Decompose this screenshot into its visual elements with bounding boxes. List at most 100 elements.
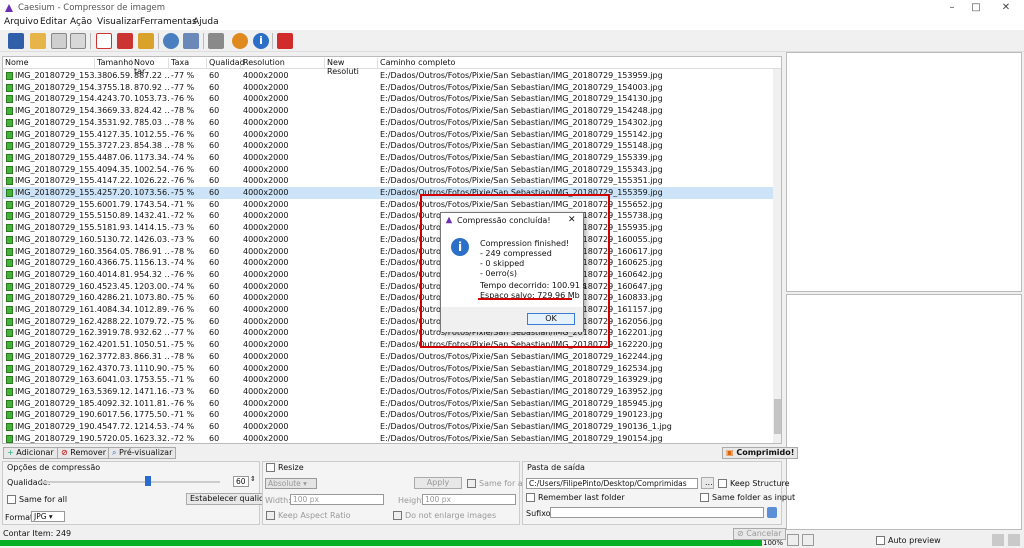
table-row[interactable]: IMG_20180729_155...4147.22...1026.22...-…	[3, 175, 773, 187]
ok-button[interactable]: OK	[527, 313, 575, 325]
zoom-in-icon[interactable]	[1008, 534, 1020, 546]
tools-icon[interactable]	[208, 33, 224, 49]
table-row[interactable]: IMG_20180729_155...3727.23...854.38 ...-…	[3, 140, 773, 152]
table-row[interactable]: IMG_20180729_155...4487.06...1173.34...-…	[3, 152, 773, 164]
table-row[interactable]: IMG_20180729_154...3755.18...870.92 ...-…	[3, 82, 773, 94]
same-folder-checkbox[interactable]	[700, 493, 709, 502]
table-row[interactable]: IMG_20180729_162...3919.78...932.62 ...-…	[3, 327, 773, 339]
col-nome[interactable]: Nome	[3, 58, 95, 69]
keep-aspect-checkbox[interactable]	[266, 511, 275, 520]
table-row[interactable]: IMG_20180729_162...4370.73...1110.90...-…	[3, 363, 773, 375]
col-novo-tamanho[interactable]: Novo tar	[132, 58, 169, 76]
table-row[interactable]: IMG_20180729_190...6017.56...1775.50...-…	[3, 409, 773, 421]
compress-button[interactable]: ▣ Comprimido!	[722, 447, 799, 459]
suffix-input[interactable]	[550, 507, 764, 518]
same-for-all-quality-checkbox[interactable]	[7, 495, 16, 504]
close-icon[interactable]: ✕	[999, 2, 1013, 14]
menu-ajuda[interactable]: Ajuda	[193, 17, 219, 27]
table-row[interactable]: IMG_20180729_155...4257.20...1073.56...-…	[3, 187, 773, 199]
height-input[interactable]: 100 px	[422, 494, 516, 505]
fullsize-icon[interactable]	[802, 534, 814, 546]
auto-preview-checkbox[interactable]	[876, 536, 885, 545]
table-row[interactable]: IMG_20180729_160...4366.75...1156.13...-…	[3, 257, 773, 269]
gear-icon[interactable]	[232, 33, 248, 49]
resize-checkbox[interactable]	[266, 463, 275, 472]
power-icon[interactable]	[277, 33, 293, 49]
menu-ferramentas[interactable]: Ferramentas	[140, 17, 197, 27]
no-enlarge-checkbox[interactable]	[393, 511, 402, 520]
table-cell: 4000x2000	[243, 269, 289, 279]
remove-item-icon[interactable]	[96, 33, 112, 49]
keep-structure-checkbox[interactable]	[718, 479, 727, 488]
table-row[interactable]: IMG_20180729_160...4014.81...954.32 ...-…	[3, 269, 773, 281]
table-row[interactable]: IMG_20180729_155...5181.93...1414.15...-…	[3, 222, 773, 234]
table-row[interactable]: IMG_20180729_190...4547.72...1214.53...-…	[3, 421, 773, 433]
remember-folder-checkbox[interactable]	[526, 493, 535, 502]
table-row[interactable]: IMG_20180729_190...5720.05...1623.32...-…	[3, 433, 773, 443]
menu-editar[interactable]: Editar	[40, 17, 67, 27]
add-files-icon[interactable]	[8, 33, 24, 49]
table-row[interactable]: IMG_20180729_155...4127.35...1012.55...-…	[3, 129, 773, 141]
menu-acao[interactable]: Ação	[70, 17, 92, 27]
clear-list-icon[interactable]	[117, 33, 133, 49]
preview-button[interactable]: ⌕ Pré-visualizar	[108, 447, 177, 459]
zoom-out-icon[interactable]	[992, 534, 1004, 546]
clean-icon[interactable]	[138, 33, 154, 49]
table-cell: 870.92 ...	[134, 82, 170, 92]
format-select[interactable]: JPG ▾	[31, 511, 65, 522]
dialog-close-icon[interactable]: ✕	[568, 215, 576, 225]
scroll-thumb[interactable]	[774, 399, 781, 434]
col-qualidade[interactable]: Qualidad	[207, 58, 245, 69]
table-row[interactable]: IMG_20180729_153...3806.59...887.22 ...-…	[3, 70, 773, 82]
table-row[interactable]: IMG_20180729_154...3669.33...824.42 ...-…	[3, 105, 773, 117]
preview-icon[interactable]	[183, 33, 199, 49]
save-icon[interactable]	[51, 33, 67, 49]
table-cell: IMG_20180729_155...	[15, 129, 97, 139]
quality-slider-track[interactable]	[40, 481, 220, 483]
info-icon[interactable]: i	[253, 33, 269, 49]
col-new-resolution[interactable]: New Resoluti	[325, 58, 378, 76]
open-folder-icon[interactable]	[30, 33, 46, 49]
table-row[interactable]: IMG_20180729_154...4243.70...1053.73...-…	[3, 93, 773, 105]
col-resolution[interactable]: Resolution	[241, 58, 325, 69]
fit-icon[interactable]	[787, 534, 799, 546]
table-row[interactable]: IMG_20180729_162...4288.22...1079.72...-…	[3, 316, 773, 328]
table-row[interactable]: IMG_20180729_160...4286.21...1073.80...-…	[3, 292, 773, 304]
table-row[interactable]: IMG_20180729_161...4084.34...1012.89...-…	[3, 304, 773, 316]
quality-input[interactable]: 60	[233, 476, 249, 487]
table-row[interactable]: IMG_20180729_155...6001.79...1743.54...-…	[3, 199, 773, 211]
maximize-icon[interactable]: □	[969, 2, 983, 14]
table-row[interactable]: IMG_20180729_155...4094.35...1002.54...-…	[3, 164, 773, 176]
width-input[interactable]: 100 px	[290, 494, 384, 505]
table-row[interactable]: IMG_20180729_154...3531.92...785.03 ...-…	[3, 117, 773, 129]
resize-mode-select[interactable]: Absolute ▾	[265, 478, 317, 489]
table-row[interactable]: IMG_20180729_185...4092.32...1011.81...-…	[3, 398, 773, 410]
quality-spinner-icon[interactable]: ⇕	[250, 475, 256, 483]
refresh-icon[interactable]	[767, 507, 777, 518]
col-caminho[interactable]: Caminho completo	[378, 58, 773, 69]
same-for-all-resize-checkbox[interactable]	[467, 479, 476, 488]
table-row[interactable]: IMG_20180729_162...3772.83...866.31 ...-…	[3, 351, 773, 363]
save-as-icon[interactable]	[70, 33, 86, 49]
menu-arquivo[interactable]: Arquivo	[4, 17, 38, 27]
list-scrollbar[interactable]	[773, 69, 781, 443]
quality-slider[interactable]	[145, 476, 151, 486]
file-list[interactable]: Nome Tamanho Novo tar Taxa Qualidad Reso…	[2, 56, 782, 444]
browse-button[interactable]: ...	[701, 477, 714, 489]
table-row[interactable]: IMG_20180729_160...5130.72...1426.03...-…	[3, 234, 773, 246]
menu-visualizar[interactable]: Visualizar	[97, 17, 140, 27]
minimize-icon[interactable]: –	[945, 2, 959, 14]
table-row[interactable]: IMG_20180729_160...4523.45...1203.00...-…	[3, 281, 773, 293]
table-row[interactable]: IMG_20180729_160...3564.05...786.91 ...-…	[3, 246, 773, 258]
table-row[interactable]: IMG_20180729_163...5369.12...1471.16...-…	[3, 386, 773, 398]
table-row[interactable]: IMG_20180729_163...6041.03...1753.55...-…	[3, 374, 773, 386]
table-row[interactable]: IMG_20180729_155...5150.89...1432.41...-…	[3, 210, 773, 222]
apply-button[interactable]: Apply	[414, 477, 462, 489]
col-tamanho[interactable]: Tamanho	[95, 58, 133, 69]
remove-button[interactable]: ⊘ Remover	[57, 447, 111, 459]
output-path-input[interactable]: C:/Users/FilipePinto/Desktop/Comprimidas	[526, 478, 698, 489]
table-row[interactable]: IMG_20180729_162...4201.51...1050.51...-…	[3, 339, 773, 351]
add-button[interactable]: + Adicionar	[3, 447, 58, 459]
search-icon[interactable]	[163, 33, 179, 49]
col-taxa[interactable]: Taxa	[169, 58, 207, 69]
